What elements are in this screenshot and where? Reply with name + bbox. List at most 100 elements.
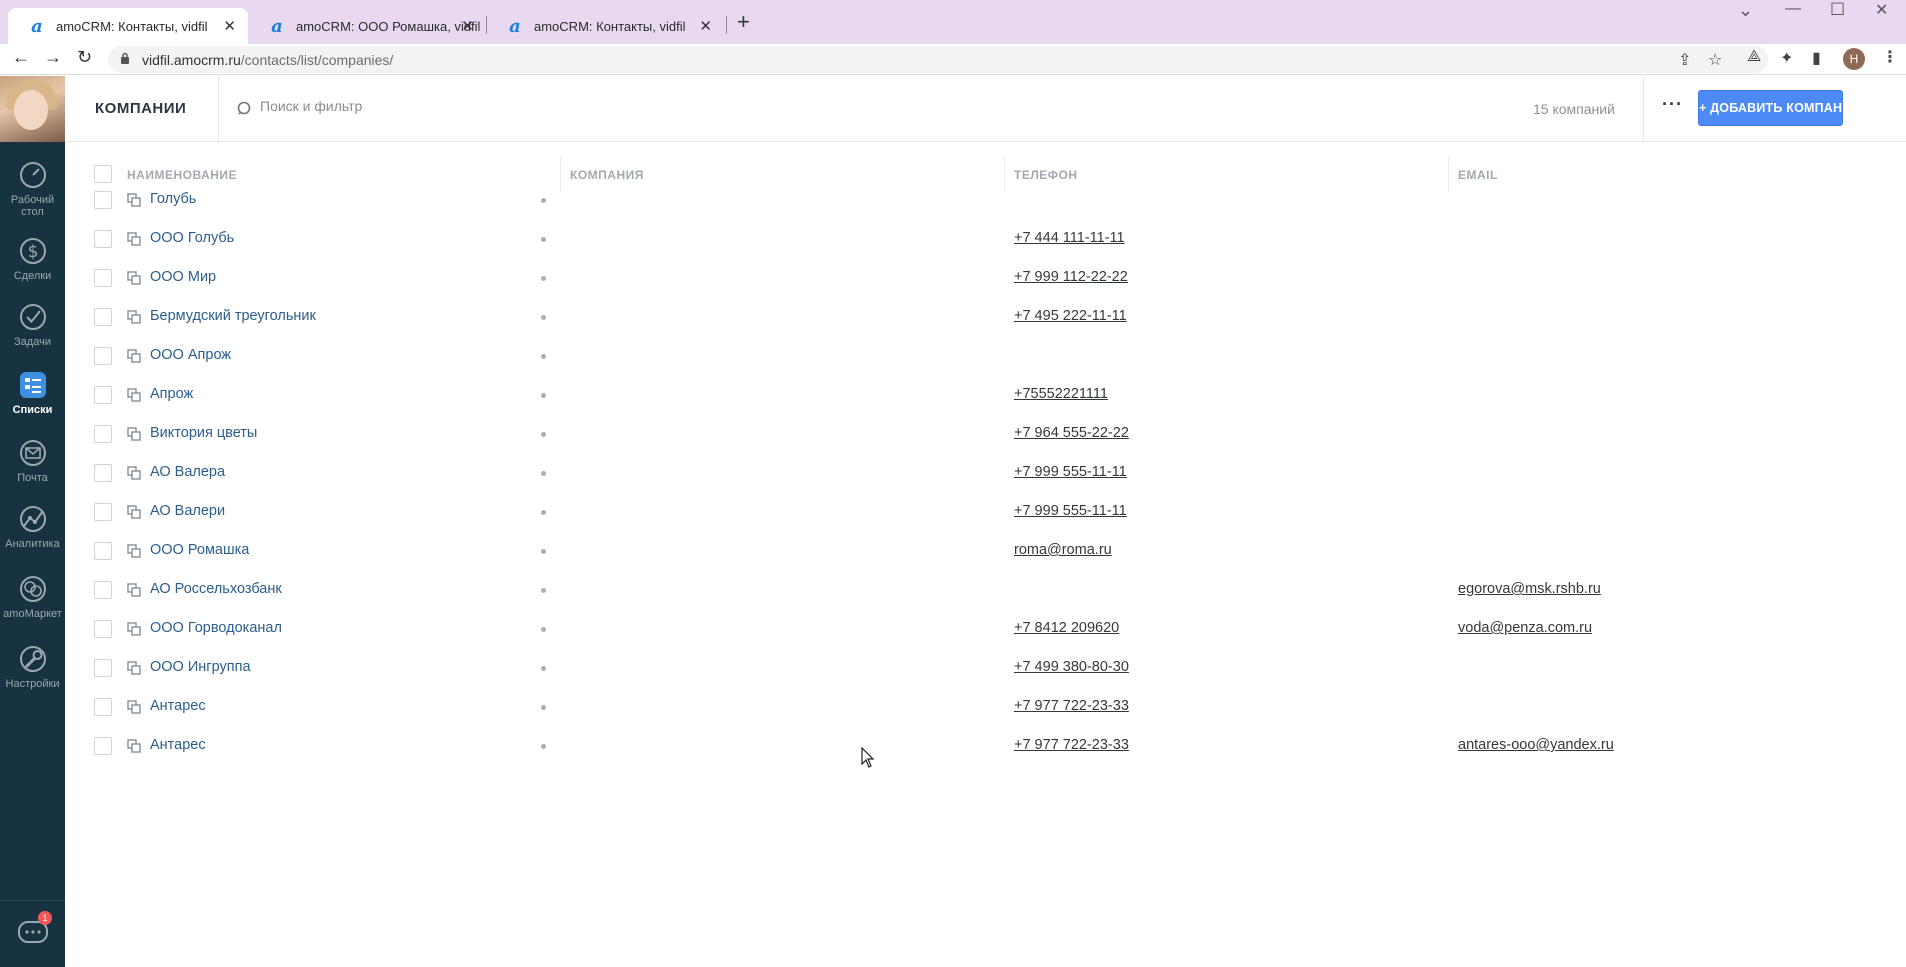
company-name-link[interactable]: ООО Горводоканал (150, 620, 282, 636)
row-checkbox[interactable] (94, 620, 112, 638)
add-company-button[interactable]: + ДОБАВИТЬ КОМПАНИЮ (1698, 90, 1864, 126)
pdf-extension-icon[interactable]: ⟁ (1747, 48, 1761, 66)
table-row[interactable]: Антарес +7 977 722-23-33 (65, 687, 1906, 726)
company-name-link[interactable]: Виктория цветы (150, 425, 257, 441)
company-name-link[interactable]: ООО Голубь (150, 230, 234, 246)
sidebar-item-market[interactable]: amoМаркет (0, 574, 65, 620)
company-name-link[interactable]: АО Валера (150, 464, 225, 480)
company-name-link[interactable]: АО Валери (150, 503, 225, 519)
side-panel-icon[interactable]: ▮ (1812, 48, 1821, 68)
extensions-puzzle-icon[interactable]: ✦ (1780, 48, 1793, 68)
company-name-link[interactable]: Антарес (150, 698, 206, 714)
row-checkbox[interactable] (94, 425, 112, 443)
email-link[interactable]: egorova@msk.rshb.ru (1458, 581, 1601, 597)
table-row[interactable]: ООО Апрож (65, 336, 1906, 375)
phone-link[interactable]: +7 999 112-22-22 (1014, 269, 1128, 285)
sidebar-item-deals[interactable]: $ Сделки (0, 236, 65, 282)
table-row[interactable]: Виктория цветы +7 964 555-22-22 (65, 414, 1906, 453)
sidebar-item-tasks[interactable]: Задачи (0, 302, 65, 348)
browser-menu-icon[interactable]: ⋮ (1882, 47, 1898, 67)
profile-avatar[interactable]: Н (1843, 48, 1865, 70)
phone-link[interactable]: +7 977 722-23-33 (1014, 698, 1129, 714)
row-checkbox[interactable] (94, 308, 112, 326)
phone-link[interactable]: +7 999 555-11-11 (1014, 464, 1127, 480)
phone-link[interactable]: +7 999 555-11-11 (1014, 503, 1127, 519)
table-row[interactable]: Антарес +7 977 722-23-33 antares-ooo@yande… (65, 726, 1906, 765)
company-name-link[interactable]: АО Россельхозбанк (150, 581, 282, 597)
table-row[interactable]: ООО Ромашка roma@roma.ru (65, 531, 1906, 570)
phone-link[interactable]: +7 499 380-80-30 (1014, 659, 1129, 675)
phone-link[interactable]: +7 444 111-11-11 (1014, 230, 1125, 246)
phone-link[interactable]: +75552221111 (1014, 386, 1108, 402)
row-checkbox[interactable] (94, 503, 112, 521)
table-row[interactable]: Бермудский треугольник +7 495 222-11-11 (65, 297, 1906, 336)
row-status-dot (541, 198, 546, 203)
company-name-link[interactable]: ООО Ингруппа (150, 659, 251, 675)
row-checkbox[interactable] (94, 542, 112, 560)
row-checkbox[interactable] (94, 659, 112, 677)
row-checkbox[interactable] (94, 581, 112, 599)
company-name-link[interactable]: ООО Апрож (150, 347, 231, 363)
maximize-icon[interactable]: ☐ (1830, 0, 1845, 20)
close-tab-icon[interactable]: ✕ (461, 17, 474, 35)
sidebar-item-lists[interactable]: Списки (0, 370, 65, 416)
reload-icon[interactable]: ↻ (77, 47, 92, 68)
notification-badge: 1 (38, 911, 52, 925)
search-input[interactable] (260, 98, 860, 114)
share-icon[interactable]: ⇪ (1678, 50, 1691, 70)
table-row[interactable]: ООО Мир +7 999 112-22-22 (65, 258, 1906, 297)
row-checkbox[interactable] (94, 698, 112, 716)
table-row[interactable]: Апрож +75552221111 (65, 375, 1906, 414)
email-link[interactable]: antares-ooo@yandex.ru (1458, 737, 1614, 753)
company-name-link[interactable]: Бермудский треугольник (150, 308, 316, 324)
chat-button[interactable]: 1 (0, 900, 65, 967)
more-options-button[interactable]: ··· (1662, 94, 1683, 115)
row-status-dot (541, 471, 546, 476)
phone-link[interactable]: +7 8412 209620 (1014, 620, 1119, 636)
list-header: КОМПАНИИ 15 компаний ··· + ДОБАВИТЬ КОМП… (65, 76, 1906, 142)
sidebar-item-dashboard[interactable]: Рабочий стол (0, 160, 65, 218)
sidebar-item-mail[interactable]: Почта (0, 438, 65, 484)
browser-tab-2[interactable]: a amoCRM: ООО Ромашка, vidfil ✕ (248, 8, 486, 44)
phone-link[interactable]: roma@roma.ru (1014, 542, 1112, 558)
close-tab-icon[interactable]: ✕ (699, 17, 712, 35)
address-bar[interactable]: vidfil.amocrm.ru/contacts/list/companies… (108, 46, 1768, 73)
minimize-icon[interactable]: — (1785, 0, 1801, 18)
phone-link[interactable]: +7 495 222-11-11 (1014, 308, 1127, 324)
table-row[interactable]: Голубь (65, 180, 1906, 219)
company-name-link[interactable]: ООО Мир (150, 269, 216, 285)
close-tab-icon[interactable]: ✕ (223, 17, 236, 35)
table-row[interactable]: АО Валера +7 999 555-11-11 (65, 453, 1906, 492)
table-row[interactable]: АО Валери +7 999 555-11-11 (65, 492, 1906, 531)
browser-tab-3[interactable]: a amoCRM: Контакты, vidfil ✕ (486, 8, 724, 44)
user-avatar[interactable] (0, 76, 65, 142)
row-checkbox[interactable] (94, 386, 112, 404)
bookmark-star-icon[interactable]: ☆ (1708, 50, 1722, 70)
email-link[interactable]: voda@penza.com.ru (1458, 620, 1592, 636)
sidebar-item-settings[interactable]: Настройки (0, 644, 65, 690)
tab-search-icon[interactable]: ⌄ (1738, 0, 1753, 21)
table-row[interactable]: ООО Горводоканал +7 8412 209620 voda@penza… (65, 609, 1906, 648)
window-close-icon[interactable]: ✕ (1875, 0, 1888, 20)
row-checkbox[interactable] (94, 347, 112, 365)
company-name-link[interactable]: ООО Ромашка (150, 542, 249, 558)
row-checkbox[interactable] (94, 269, 112, 287)
browser-tab-1[interactable]: a amoCRM: Контакты, vidfil ✕ (8, 8, 248, 44)
company-name-link[interactable]: Апрож (150, 386, 193, 402)
table-row[interactable]: ООО Голубь +7 444 111-11-11 (65, 219, 1906, 258)
row-checkbox[interactable] (94, 464, 112, 482)
table-row[interactable]: АО Россельхозбанк egorova@msk.rshb.ru (65, 570, 1906, 609)
url-path: /contacts/list/companies/ (240, 52, 394, 68)
company-name-link[interactable]: Антарес (150, 737, 206, 753)
new-tab-icon[interactable]: + (737, 9, 750, 35)
forward-icon[interactable]: → (44, 47, 62, 68)
company-name-link[interactable]: Голубь (150, 191, 196, 207)
row-checkbox[interactable] (94, 230, 112, 248)
back-icon[interactable]: ← (12, 47, 30, 68)
sidebar-item-analytics[interactable]: Аналитика (0, 504, 65, 550)
phone-link[interactable]: +7 964 555-22-22 (1014, 425, 1129, 441)
table-row[interactable]: ООО Ингруппа +7 499 380-80-30 (65, 648, 1906, 687)
phone-link[interactable]: +7 977 722-23-33 (1014, 737, 1129, 753)
row-checkbox[interactable] (94, 191, 112, 209)
row-checkbox[interactable] (94, 737, 112, 755)
